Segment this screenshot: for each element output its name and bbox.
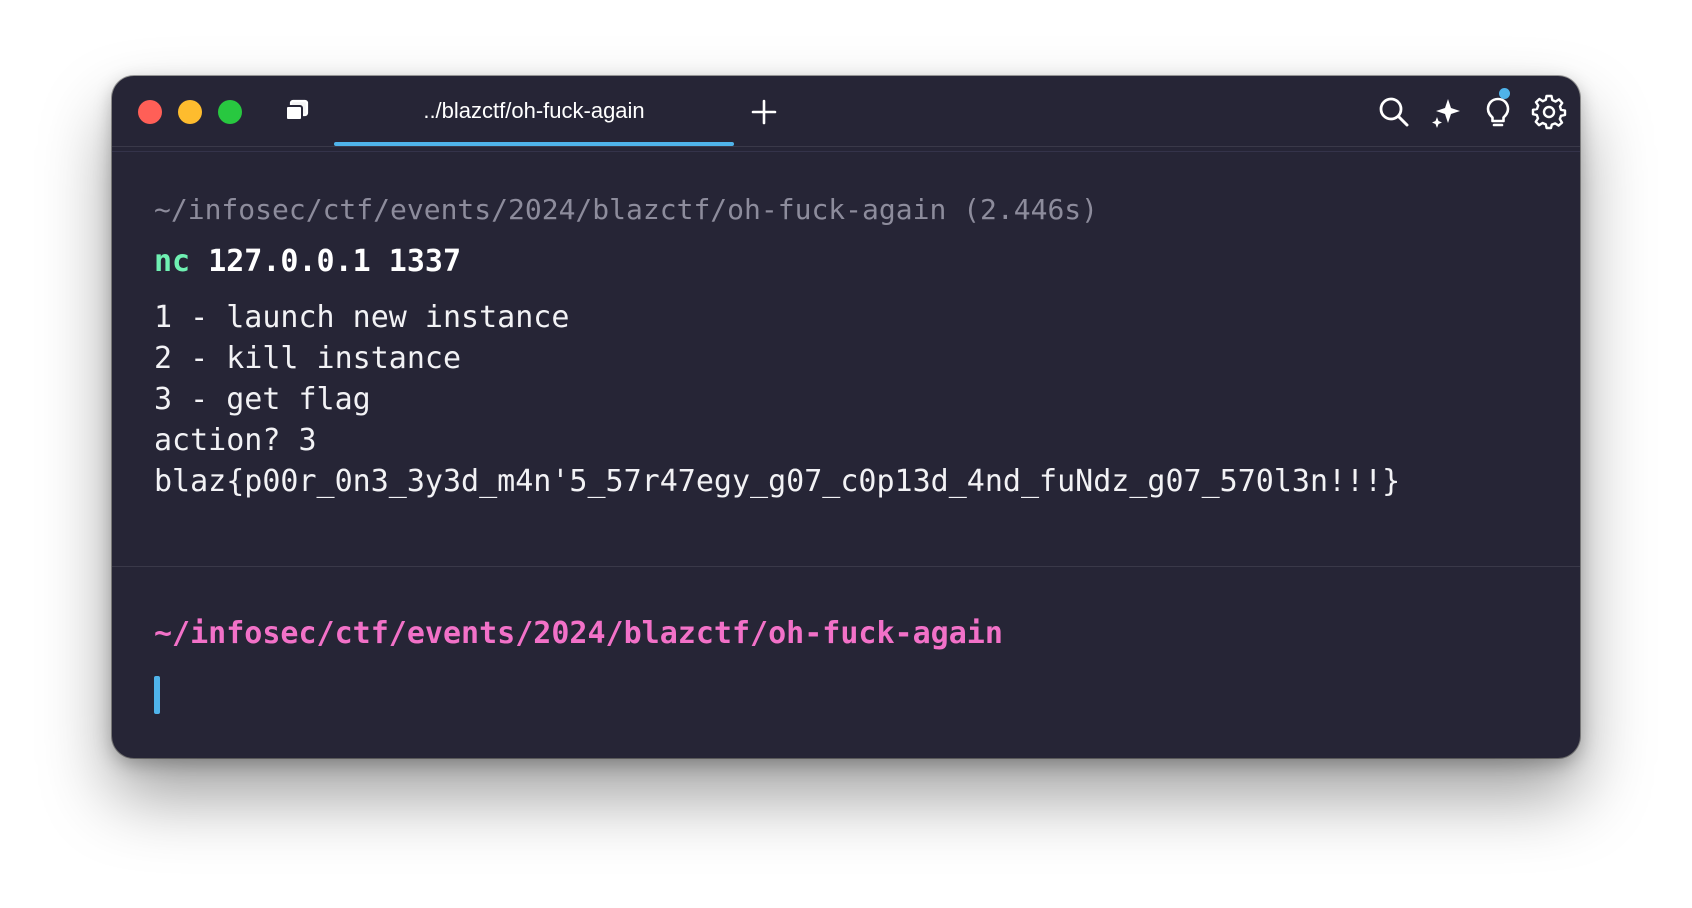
command-line[interactable]: nc 127.0.0.1 1337: [154, 244, 461, 279]
output-line: 2 - kill instance: [154, 341, 462, 376]
titlebar-divider: [112, 151, 1580, 152]
tabs-panel-icon[interactable]: [282, 98, 314, 126]
sparkle-icon[interactable]: [1428, 94, 1464, 130]
new-tab-button[interactable]: [748, 96, 780, 128]
block-path-header: ~/infosec/ctf/events/2024/blazctf/oh-fuc…: [154, 193, 1099, 226]
gear-icon[interactable]: [1531, 94, 1567, 130]
terminal-window: ../blazctf/oh-fuck-again ~/infosec/ctf/e…: [112, 76, 1580, 758]
flag-output-line: blaz{p00r_0n3_3y3d_m4n'5_57r47egy_g07_c0…: [154, 464, 1401, 499]
notification-dot: [1499, 88, 1510, 99]
command-name: nc: [154, 244, 191, 279]
close-window-button[interactable]: [138, 100, 162, 124]
command-args: 127.0.0.1 1337: [208, 244, 462, 279]
search-icon[interactable]: [1376, 94, 1412, 130]
current-prompt-path: ~/infosec/ctf/events/2024/blazctf/oh-fuc…: [154, 616, 1003, 651]
block-divider: [112, 566, 1580, 567]
plus-icon: [751, 99, 777, 125]
output-line: 1 - launch new instance: [154, 300, 570, 335]
tab-title: ../blazctf/oh-fuck-again: [423, 98, 645, 123]
output-line: action? 3: [154, 423, 317, 458]
output-line: 3 - get flag: [154, 382, 371, 417]
minimize-window-button[interactable]: [178, 100, 202, 124]
lightbulb-icon[interactable]: [1480, 94, 1516, 130]
input-cursor[interactable]: [154, 676, 160, 714]
title-bar: ../blazctf/oh-fuck-again: [112, 76, 1580, 147]
tab-active-indicator: [334, 142, 734, 146]
tab-active[interactable]: ../blazctf/oh-fuck-again: [334, 76, 734, 146]
maximize-window-button[interactable]: [218, 100, 242, 124]
